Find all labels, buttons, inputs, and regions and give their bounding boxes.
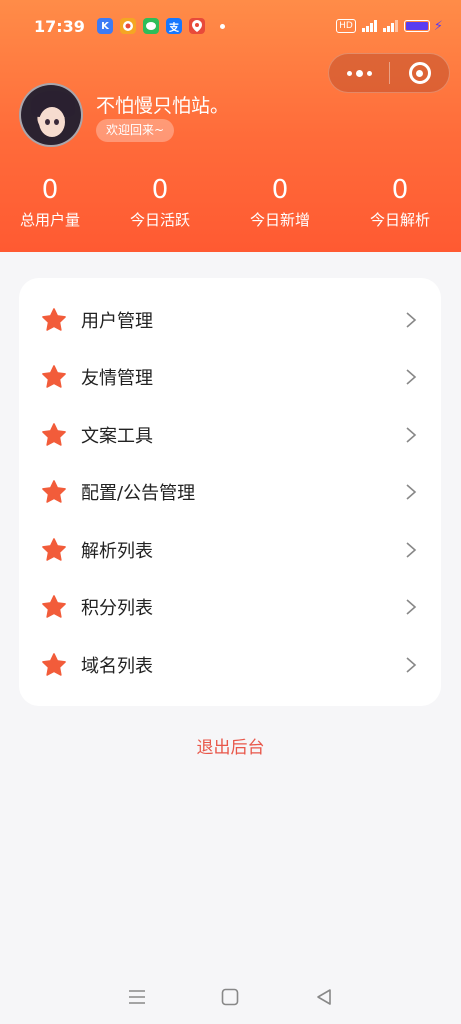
status-bar: 17:39 K 支 HD ⚡ xyxy=(0,0,461,52)
stats-row: 0 总用户量 0 今日活跃 0 今日新增 0 今日解析 xyxy=(0,172,461,230)
avatar[interactable] xyxy=(19,83,83,147)
menu-item-parse-list[interactable]: 解析列表 xyxy=(19,521,441,579)
back-triangle-icon xyxy=(317,989,331,1005)
square-icon xyxy=(222,988,239,1006)
menu-item-copy-tool[interactable]: 文案工具 xyxy=(19,406,441,464)
status-time: 17:39 xyxy=(34,16,85,36)
stat-label: 今日解析 xyxy=(369,211,430,229)
stat-label: 今日活跃 xyxy=(129,211,190,229)
recent-apps-button[interactable] xyxy=(125,985,149,1009)
stat-label: 今日新增 xyxy=(249,211,310,229)
k-app-icon: K xyxy=(96,18,113,34)
star-icon xyxy=(42,422,66,446)
admin-menu: 用户管理 友情管理 文案工具 配置/公告管理 解析列表 积分列表 域名列表 xyxy=(19,278,441,706)
wechat-icon xyxy=(142,18,159,34)
stat-today-parse: 0 今日解析 xyxy=(340,172,460,230)
star-icon xyxy=(42,652,66,676)
weibo-icon xyxy=(119,18,136,34)
logout-button[interactable]: 退出后台 xyxy=(0,733,461,758)
star-icon xyxy=(42,595,66,619)
menu-item-config-announcement[interactable]: 配置/公告管理 xyxy=(19,464,441,522)
menu-item-user-management[interactable]: 用户管理 xyxy=(19,291,441,349)
star-icon xyxy=(42,480,66,504)
more-notifications-dot xyxy=(219,23,225,29)
menu-item-label: 积分列表 xyxy=(81,598,153,620)
chevron-right-icon xyxy=(406,369,417,385)
more-menu-button[interactable] xyxy=(329,54,389,92)
stat-value: 0 xyxy=(391,175,409,205)
system-status: HD ⚡ xyxy=(336,19,443,34)
more-dots-icon xyxy=(366,70,372,76)
location-app-icon xyxy=(188,18,205,34)
username: 不怕慢只怕站。 xyxy=(96,95,230,117)
chevron-right-icon xyxy=(406,312,417,328)
notification-icons: K 支 xyxy=(96,18,225,34)
chevron-right-icon xyxy=(406,427,417,443)
stat-today-active: 0 今日活跃 xyxy=(100,172,220,230)
signal-icon xyxy=(382,20,398,32)
menu-item-label: 解析列表 xyxy=(81,540,153,562)
chevron-right-icon xyxy=(406,657,417,673)
system-nav-bar xyxy=(0,970,461,1024)
miniprogram-capsule xyxy=(328,53,450,93)
stat-value: 0 xyxy=(271,175,289,205)
stat-value: 0 xyxy=(41,175,59,205)
stat-today-new: 0 今日新增 xyxy=(220,172,340,230)
close-miniprogram-button[interactable] xyxy=(390,54,449,92)
chevron-right-icon xyxy=(406,484,417,500)
profile-header: 17:39 K 支 HD ⚡ 不怕慢只怕站。 欢迎回来~ 0 总用户量 0 今日… xyxy=(0,0,461,252)
menu-item-label: 文案工具 xyxy=(81,425,153,447)
battery-icon xyxy=(403,20,430,32)
star-icon xyxy=(42,307,66,331)
star-icon xyxy=(42,365,66,389)
more-dots-icon xyxy=(346,70,352,76)
menu-lines-icon xyxy=(128,990,145,1004)
stat-label: 总用户量 xyxy=(19,211,80,229)
star-icon xyxy=(42,537,66,561)
welcome-badge: 欢迎回来~ xyxy=(96,119,175,142)
stat-value: 0 xyxy=(151,175,169,205)
menu-item-label: 用户管理 xyxy=(81,310,153,332)
close-target-icon xyxy=(408,62,431,84)
back-button[interactable] xyxy=(312,985,336,1009)
menu-item-label: 配置/公告管理 xyxy=(81,483,196,505)
menu-item-domain-list[interactable]: 域名列表 xyxy=(19,636,441,694)
chevron-right-icon xyxy=(406,599,417,615)
signal-icon xyxy=(361,20,377,32)
chevron-right-icon xyxy=(406,542,417,558)
menu-item-label: 友情管理 xyxy=(81,368,153,390)
alipay-icon: 支 xyxy=(165,18,182,34)
menu-item-label: 域名列表 xyxy=(81,655,153,677)
hd-badge: HD xyxy=(336,19,356,33)
menu-item-points-list[interactable]: 积分列表 xyxy=(19,579,441,637)
charging-icon: ⚡ xyxy=(433,18,443,34)
stat-total-users: 0 总用户量 xyxy=(0,172,100,230)
menu-item-friend-links[interactable]: 友情管理 xyxy=(19,349,441,407)
home-button[interactable] xyxy=(218,985,242,1009)
more-dots-icon xyxy=(355,69,363,77)
